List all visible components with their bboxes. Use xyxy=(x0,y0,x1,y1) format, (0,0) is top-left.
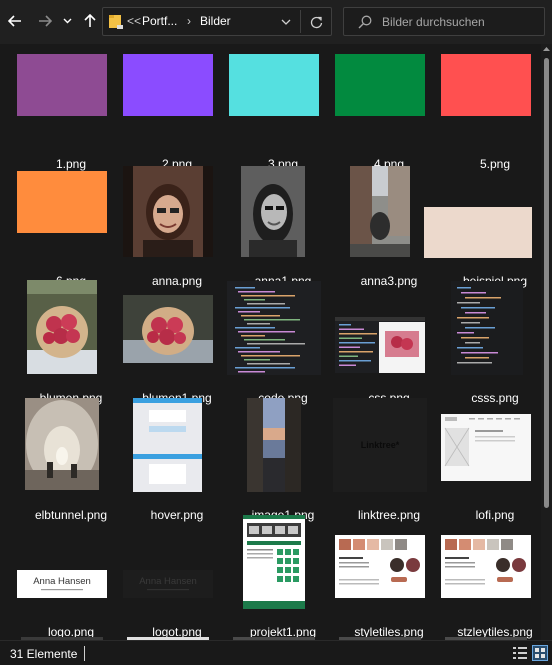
file-thumbnail[interactable]: Anna Hansen xyxy=(17,570,107,598)
file-thumbnail[interactable]: Anna Hansen xyxy=(123,570,213,598)
file-name[interactable]: lofi.png xyxy=(437,508,540,522)
file-thumbnail[interactable] xyxy=(335,535,425,598)
file-name[interactable]: 1.png xyxy=(13,157,129,171)
file-item[interactable]: Linktree* linktree.png xyxy=(333,398,443,522)
file-item[interactable]: lofi.png xyxy=(441,405,540,522)
file-item[interactable]: blumen.png xyxy=(17,280,125,405)
file-item[interactable]: styletiles.png xyxy=(335,522,443,639)
up-button[interactable] xyxy=(79,9,101,33)
file-thumbnail[interactable] xyxy=(335,317,425,373)
file-item[interactable]: beispiel.png xyxy=(424,171,540,288)
file-item[interactable]: 1.png xyxy=(17,54,125,171)
file-name[interactable]: anna3.png xyxy=(331,274,447,288)
svg-text:Linktree*: Linktree* xyxy=(361,440,400,450)
chevron-down-icon xyxy=(281,19,291,25)
file-item[interactable]: elbtunnel.png xyxy=(17,398,125,522)
file-thumbnail[interactable] xyxy=(350,166,410,257)
file-item[interactable]: Anna Hansen logot.png xyxy=(123,522,231,639)
file-item[interactable]: 4.png xyxy=(335,54,443,171)
file-explorer-window: << Portf... › Bilder Bilder durchsuchen … xyxy=(0,0,552,665)
search-icon xyxy=(358,15,372,29)
file-item[interactable]: image1.png xyxy=(229,398,337,522)
file-thumbnail[interactable] xyxy=(424,207,532,258)
file-thumbnail[interactable] xyxy=(247,398,301,492)
status-bar: 31 Elemente xyxy=(0,640,552,665)
large-icons-view-icon[interactable] xyxy=(532,645,548,661)
address-bar[interactable]: << Portf... › Bilder xyxy=(102,7,332,36)
overflow-breadcrumb[interactable]: << xyxy=(127,14,141,29)
file-item[interactable]: css.png xyxy=(335,288,443,405)
details-view-icon[interactable] xyxy=(512,645,528,661)
file-thumbnail[interactable] xyxy=(133,398,202,492)
file-thumbnail[interactable] xyxy=(123,295,213,363)
file-item[interactable]: anna1.png xyxy=(229,166,337,288)
breadcrumb-separator: › xyxy=(187,14,191,28)
file-name[interactable]: linktree.png xyxy=(331,508,447,522)
file-name[interactable]: 5.png xyxy=(437,157,540,171)
file-thumbnail[interactable]: Linktree* xyxy=(333,398,427,492)
scroll-up-icon[interactable] xyxy=(543,46,550,52)
file-item[interactable]: anna.png xyxy=(123,166,231,288)
file-thumbnail[interactable] xyxy=(227,281,321,375)
file-grid: 1.png2.png3.png4.png5.png6.png anna.png … xyxy=(0,44,540,640)
back-button[interactable] xyxy=(4,9,26,33)
file-thumbnail[interactable] xyxy=(123,166,213,257)
refresh-icon xyxy=(310,16,322,28)
file-thumbnail[interactable] xyxy=(451,281,523,375)
file-thumbnail[interactable] xyxy=(441,54,531,116)
file-name[interactable]: elbtunnel.png xyxy=(13,508,129,522)
file-item[interactable]: stzleytiles.png xyxy=(441,522,540,639)
file-thumbnail[interactable] xyxy=(17,54,107,116)
folder-icon xyxy=(109,15,123,29)
forward-button[interactable] xyxy=(34,9,56,33)
breadcrumb-portfolio[interactable]: Portf... xyxy=(142,14,177,29)
item-count: 31 Elemente xyxy=(10,647,78,661)
arrow-left-icon xyxy=(8,15,21,27)
address-divider xyxy=(300,10,301,33)
status-divider xyxy=(84,646,85,661)
file-item[interactable]: 6.png xyxy=(17,171,125,288)
recent-locations-button[interactable] xyxy=(59,9,75,33)
navigation-toolbar: << Portf... › Bilder xyxy=(0,0,552,44)
vertical-scrollbar[interactable] xyxy=(541,44,552,640)
file-name[interactable]: hover.png xyxy=(119,508,235,522)
scrollbar-thumb[interactable] xyxy=(544,58,549,508)
file-name[interactable]: csss.png xyxy=(437,391,540,405)
arrow-right-icon xyxy=(39,15,52,27)
file-thumbnail[interactable] xyxy=(123,54,213,116)
search-box[interactable] xyxy=(343,7,545,36)
file-thumbnail[interactable] xyxy=(441,414,531,481)
file-item[interactable]: code.png xyxy=(227,281,337,405)
file-item[interactable]: csss.png xyxy=(441,281,540,405)
address-history-button[interactable] xyxy=(277,14,295,30)
file-thumbnail[interactable] xyxy=(335,54,425,116)
svg-text:Anna Hansen: Anna Hansen xyxy=(139,576,197,587)
chevron-down-icon xyxy=(63,18,71,24)
file-thumbnail[interactable] xyxy=(27,280,97,374)
arrow-up-icon xyxy=(84,14,96,27)
file-thumbnail[interactable] xyxy=(243,515,305,609)
file-thumbnail[interactable] xyxy=(17,171,107,233)
file-item[interactable]: 2.png xyxy=(123,54,231,171)
file-item[interactable]: blumen1.png xyxy=(123,288,231,405)
file-item[interactable]: 3.png xyxy=(229,54,337,171)
breadcrumb-bilder[interactable]: Bilder xyxy=(200,14,231,29)
svg-text:Anna Hansen: Anna Hansen xyxy=(33,576,91,587)
file-thumbnail[interactable] xyxy=(229,54,319,116)
file-name[interactable]: anna.png xyxy=(119,274,235,288)
refresh-button[interactable] xyxy=(307,13,325,31)
file-thumbnail[interactable] xyxy=(441,535,531,598)
file-item[interactable]: projekt1.png xyxy=(229,515,337,639)
search-input[interactable] xyxy=(382,13,537,30)
file-item[interactable]: 5.png xyxy=(441,54,540,171)
file-thumbnail[interactable] xyxy=(241,166,305,257)
file-thumbnail[interactable] xyxy=(25,398,99,490)
file-item[interactable]: hover.png xyxy=(123,398,231,522)
file-item[interactable]: Anna Hansen logo.png xyxy=(17,522,125,639)
